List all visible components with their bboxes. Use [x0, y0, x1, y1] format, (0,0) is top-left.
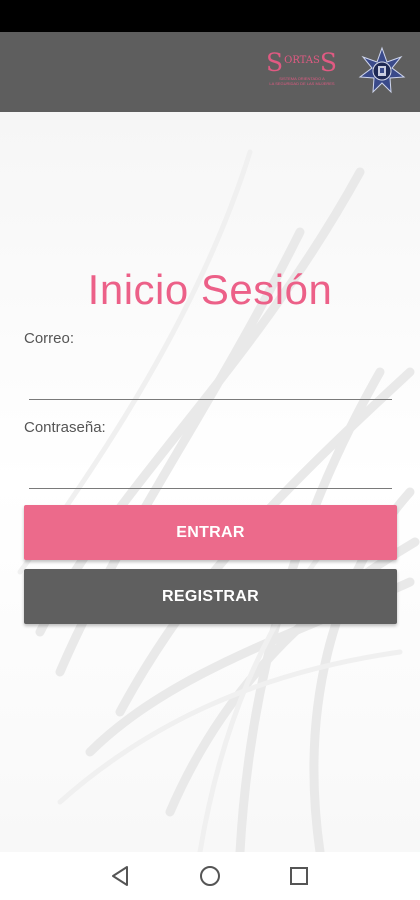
- logo-letter-mid: ORTAS: [284, 55, 320, 66]
- page-title: Inicio Sesión: [87, 266, 333, 313]
- status-bar: [0, 0, 420, 32]
- password-field[interactable]: [29, 454, 392, 489]
- recents-square-icon[interactable]: [287, 864, 311, 888]
- app-header: SORTASS SISTEMA ORIENTADO A LA SEGURIDAD…: [0, 32, 420, 112]
- system-nav-bar: [0, 852, 420, 900]
- logo-letter-left: S: [265, 48, 285, 77]
- register-button[interactable]: REGISTRAR: [24, 569, 397, 624]
- logo-letter-right: S: [319, 48, 339, 77]
- sos-logo: SORTASS SISTEMA ORIENTADO A LA SEGURIDAD…: [254, 48, 350, 96]
- police-seal-icon: [358, 46, 406, 94]
- login-button[interactable]: ENTRAR: [24, 505, 397, 560]
- email-label: Correo:: [24, 330, 75, 347]
- email-field[interactable]: [29, 365, 392, 400]
- logo-tagline-2: LA SEGURIDAD DE LAS MUJERES: [269, 81, 335, 86]
- login-screen: Inicio Sesión Correo: Contraseña: ENTRAR…: [0, 112, 420, 852]
- password-label: Contraseña:: [24, 419, 106, 436]
- home-circle-icon[interactable]: [198, 864, 222, 888]
- logo-wordmark: SORTASS: [254, 48, 350, 76]
- back-triangle-icon[interactable]: [109, 864, 133, 888]
